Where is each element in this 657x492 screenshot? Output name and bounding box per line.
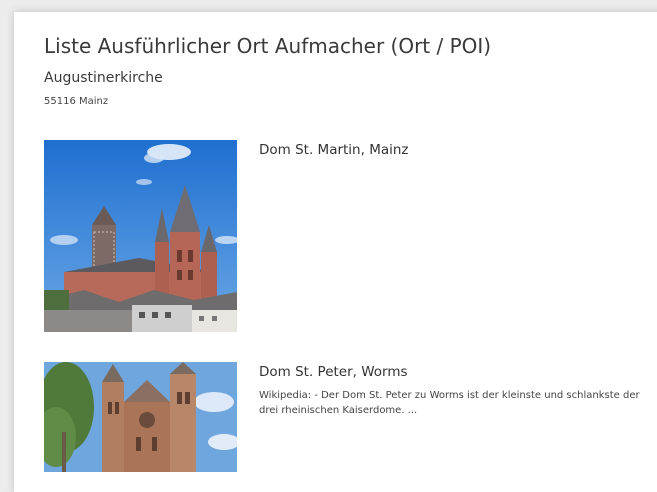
poi-list-card: Liste Ausführlicher Ort Aufmacher (Ort /… (14, 12, 657, 492)
poi-image-dom-mainz[interactable] (44, 140, 237, 332)
poi-title-dom-mainz[interactable]: Dom St. Martin, Mainz (259, 142, 409, 158)
poi-image-dom-worms[interactable] (44, 362, 237, 472)
page-title: Liste Ausführlicher Ort Aufmacher (Ort /… (44, 34, 492, 58)
place-address: 55116 Mainz (44, 96, 109, 107)
poi-title-dom-worms[interactable]: Dom St. Peter, Worms (259, 364, 408, 380)
place-name: Augustinerkirche (44, 70, 163, 86)
poi-description-dom-worms: Wikipedia: - Der Dom St. Peter zu Worms … (259, 390, 640, 416)
